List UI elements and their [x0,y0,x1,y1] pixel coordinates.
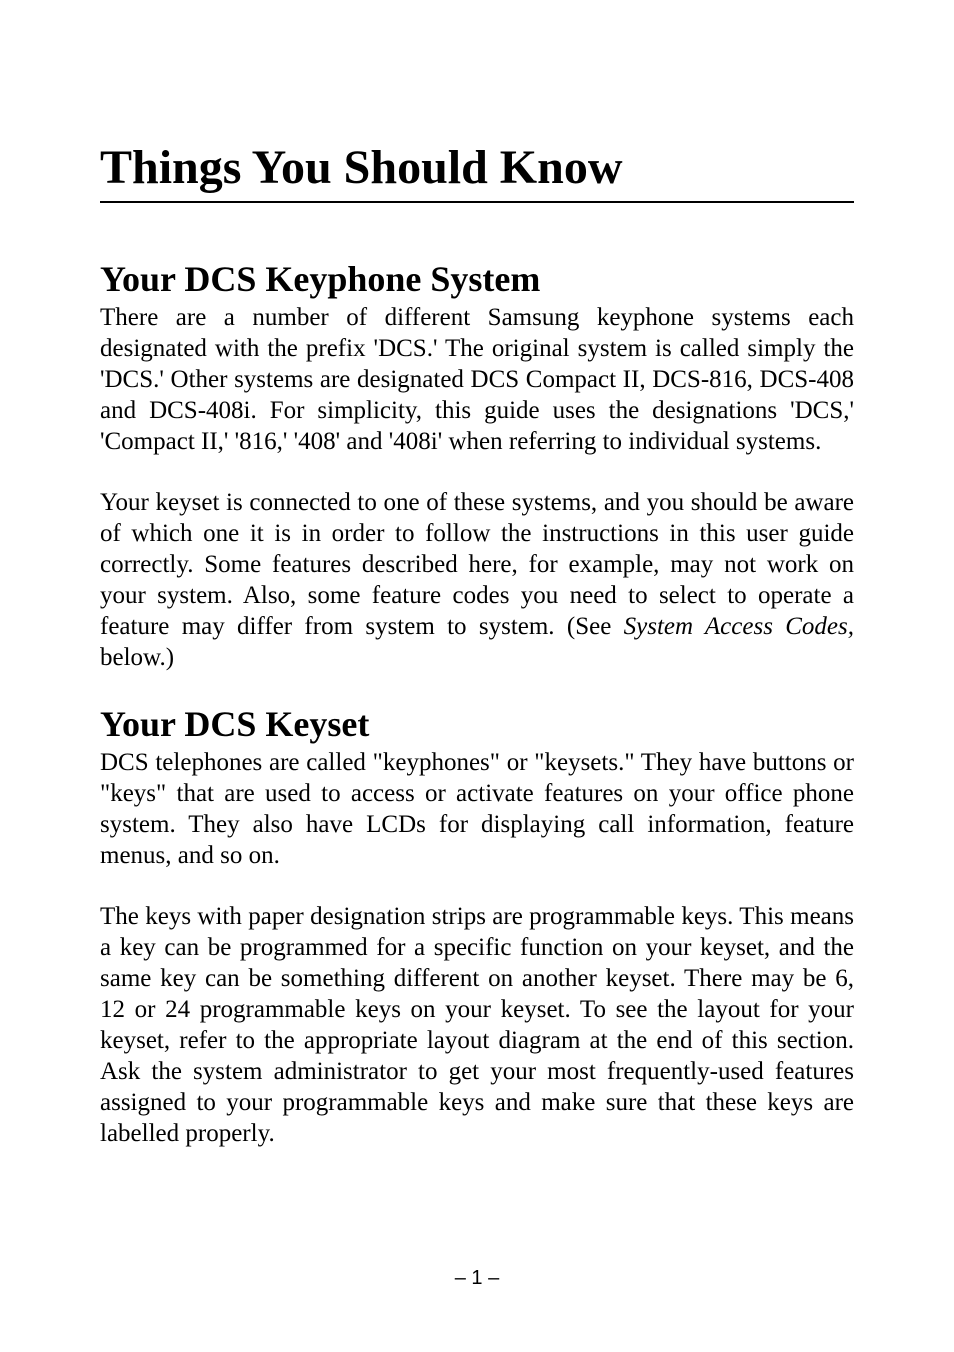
section-2-paragraph-2: The keys with paper designation strips a… [100,901,854,1149]
smallcaps-text: LCDs [366,811,426,838]
page-title: Things You Should Know [100,140,854,195]
section-1-paragraph-2: Your keyset is connected to one of these… [100,487,854,673]
italic-text: System Access Codes, [624,613,854,640]
section-1-heading: Your DCS Keyphone System [100,258,854,300]
section-1-paragraph-1: There are a number of different Samsung … [100,302,854,457]
page-number: – 1 – [0,1267,954,1290]
section-2-heading: Your DCS Keyset [100,703,854,745]
text-run: below.) [100,644,174,671]
section-2-paragraph-1: DCS telephones are called "keyphones" or… [100,747,854,871]
title-rule [100,201,854,203]
